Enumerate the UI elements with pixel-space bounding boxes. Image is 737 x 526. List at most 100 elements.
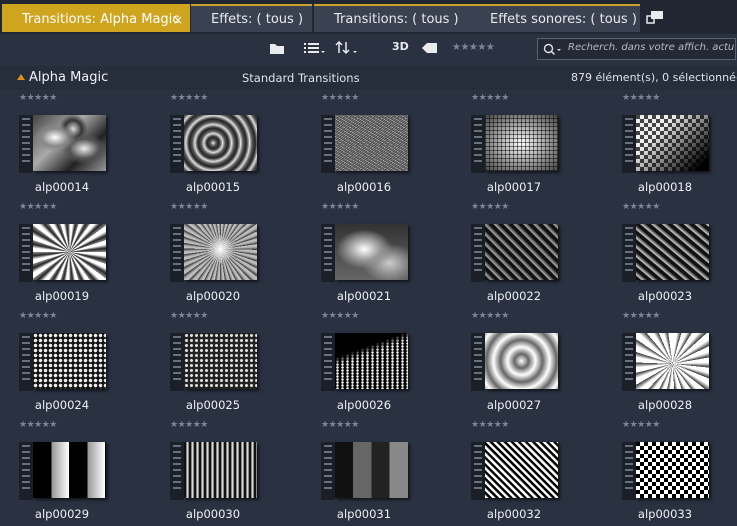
tab-label: Effets: ( tous ): [211, 12, 304, 27]
item-name: alp00022: [486, 289, 542, 303]
thumbnail-image: [335, 333, 408, 389]
collapse-triangle-icon[interactable]: [17, 74, 25, 80]
item-name: alp00021: [336, 289, 392, 303]
transition-item[interactable]: ★★★★★ alp00024: [0, 308, 150, 417]
tab-effets-sonores[interactable]: Effets sonores: ( tous ): [470, 4, 640, 32]
rating-stars[interactable]: ★★★★★: [170, 203, 208, 212]
transition-thumbnail[interactable]: [622, 115, 709, 173]
thumbnail-image: [184, 224, 257, 280]
rating-stars[interactable]: ★★★★★: [622, 421, 660, 430]
transition-item[interactable]: ★★★★★ alp00025: [151, 308, 301, 417]
tab-label: Transitions: Alpha Magic: [22, 12, 180, 27]
transition-thumbnail[interactable]: [622, 333, 709, 391]
transition-thumbnail[interactable]: [471, 333, 558, 391]
transition-thumbnail[interactable]: [170, 333, 257, 391]
folder-icon[interactable]: [269, 42, 285, 55]
item-name: alp00028: [637, 398, 693, 412]
transition-item[interactable]: ★★★★★ alp00027: [452, 308, 602, 417]
3d-toggle[interactable]: 3D: [392, 40, 409, 53]
item-name: alp00026: [336, 398, 392, 412]
transition-item[interactable]: ★★★★★ alp00016: [302, 90, 452, 199]
transition-item[interactable]: ★★★★★ alp00017: [452, 90, 602, 199]
search-input[interactable]: Recherch. dans votre affich. actu: [537, 38, 736, 60]
rating-stars[interactable]: ★★★★★: [471, 203, 509, 212]
transition-thumbnail[interactable]: [321, 333, 408, 391]
sort-icon[interactable]: [335, 41, 357, 55]
list-view-icon[interactable]: [303, 42, 325, 55]
thumbnail-image: [485, 224, 558, 280]
rating-stars[interactable]: ★★★★★: [471, 312, 509, 321]
transition-thumbnail[interactable]: [170, 224, 257, 282]
transition-item[interactable]: ★★★★★ alp00014: [0, 90, 150, 199]
thumbnail-image: [636, 115, 709, 171]
transition-thumbnail[interactable]: [19, 115, 106, 173]
rating-stars[interactable]: ★★★★★: [170, 94, 208, 103]
transition-thumbnail[interactable]: [622, 442, 709, 500]
section-subtitle: Standard Transitions: [242, 71, 360, 85]
transition-item[interactable]: ★★★★★ alp00018: [603, 90, 737, 199]
rating-stars[interactable]: ★★★★★: [622, 203, 660, 212]
rating-stars[interactable]: ★★★★★: [622, 94, 660, 103]
item-name: alp00025: [185, 398, 241, 412]
transition-item[interactable]: ★★★★★ alp00022: [452, 199, 602, 308]
transition-item[interactable]: ★★★★★ alp00026: [302, 308, 452, 417]
search-icon: [543, 43, 561, 56]
filmstrip-icon: [170, 224, 184, 282]
transition-thumbnail[interactable]: [321, 224, 408, 282]
transition-thumbnail[interactable]: [471, 115, 558, 173]
transition-thumbnail[interactable]: [19, 224, 106, 282]
item-name: alp00015: [185, 180, 241, 194]
transition-thumbnail[interactable]: [19, 333, 106, 391]
new-tab-icon[interactable]: [646, 10, 664, 24]
transition-item[interactable]: ★★★★★ alp00021: [302, 199, 452, 308]
transition-item[interactable]: ★★★★★ alp00020: [151, 199, 301, 308]
transition-thumbnail[interactable]: [321, 115, 408, 173]
transition-thumbnail[interactable]: [170, 115, 257, 173]
filmstrip-icon: [170, 442, 184, 500]
rating-stars[interactable]: ★★★★★: [19, 203, 57, 212]
thumbnail-image: [33, 442, 106, 498]
rating-stars[interactable]: ★★★★★: [19, 312, 57, 321]
filmstrip-icon: [19, 442, 33, 500]
transition-thumbnail[interactable]: [471, 224, 558, 282]
rating-stars[interactable]: ★★★★★: [622, 312, 660, 321]
transition-thumbnail[interactable]: [622, 224, 709, 282]
tab-label: Effets sonores: ( tous ): [490, 12, 637, 27]
thumbnail-image: [335, 115, 408, 171]
rating-stars[interactable]: ★★★★★: [471, 94, 509, 103]
rating-stars[interactable]: ★★★★★: [170, 421, 208, 430]
rating-stars[interactable]: ★★★★★: [321, 421, 359, 430]
transition-item[interactable]: ★★★★★ alp00023: [603, 199, 737, 308]
rating-stars[interactable]: ★★★★★: [321, 312, 359, 321]
transition-item[interactable]: ★★★★★ alp00019: [0, 199, 150, 308]
item-name: alp00018: [637, 180, 693, 194]
item-name: alp00033: [637, 507, 693, 521]
tag-icon[interactable]: [422, 42, 438, 54]
rating-stars[interactable]: ★★★★★: [19, 421, 57, 430]
thumbnail-image: [335, 224, 408, 280]
item-name: alp00023: [637, 289, 693, 303]
tab-transitions-alpha-magic[interactable]: Transitions: Alpha Magic ×: [2, 4, 190, 32]
transition-thumbnail[interactable]: [321, 442, 408, 500]
transition-thumbnail[interactable]: [170, 442, 257, 500]
rating-stars[interactable]: ★★★★★: [471, 421, 509, 430]
filmstrip-icon: [321, 442, 335, 500]
tab-effets[interactable]: Effets: ( tous ): [191, 4, 312, 32]
rating-stars[interactable]: ★★★★★: [170, 312, 208, 321]
rating-stars[interactable]: ★★★★★: [321, 94, 359, 103]
tab-transitions-tous[interactable]: Transitions: ( tous ): [314, 4, 470, 32]
item-name: alp00020: [185, 289, 241, 303]
thumbnail-image: [335, 442, 408, 498]
item-name: alp00024: [34, 398, 90, 412]
filmstrip-icon: [622, 442, 636, 500]
transition-item[interactable]: ★★★★★ alp00015: [151, 90, 301, 199]
transition-thumbnail[interactable]: [19, 442, 106, 500]
close-icon[interactable]: ×: [173, 6, 183, 32]
transition-item[interactable]: ★★★★★ alp00028: [603, 308, 737, 417]
rating-stars[interactable]: ★★★★★: [19, 94, 57, 103]
rating-filter[interactable]: ★★★★★: [452, 42, 495, 53]
section-title: Alpha Magic: [29, 70, 109, 85]
item-name: alp00019: [34, 289, 90, 303]
transition-thumbnail[interactable]: [471, 442, 558, 500]
rating-stars[interactable]: ★★★★★: [321, 203, 359, 212]
